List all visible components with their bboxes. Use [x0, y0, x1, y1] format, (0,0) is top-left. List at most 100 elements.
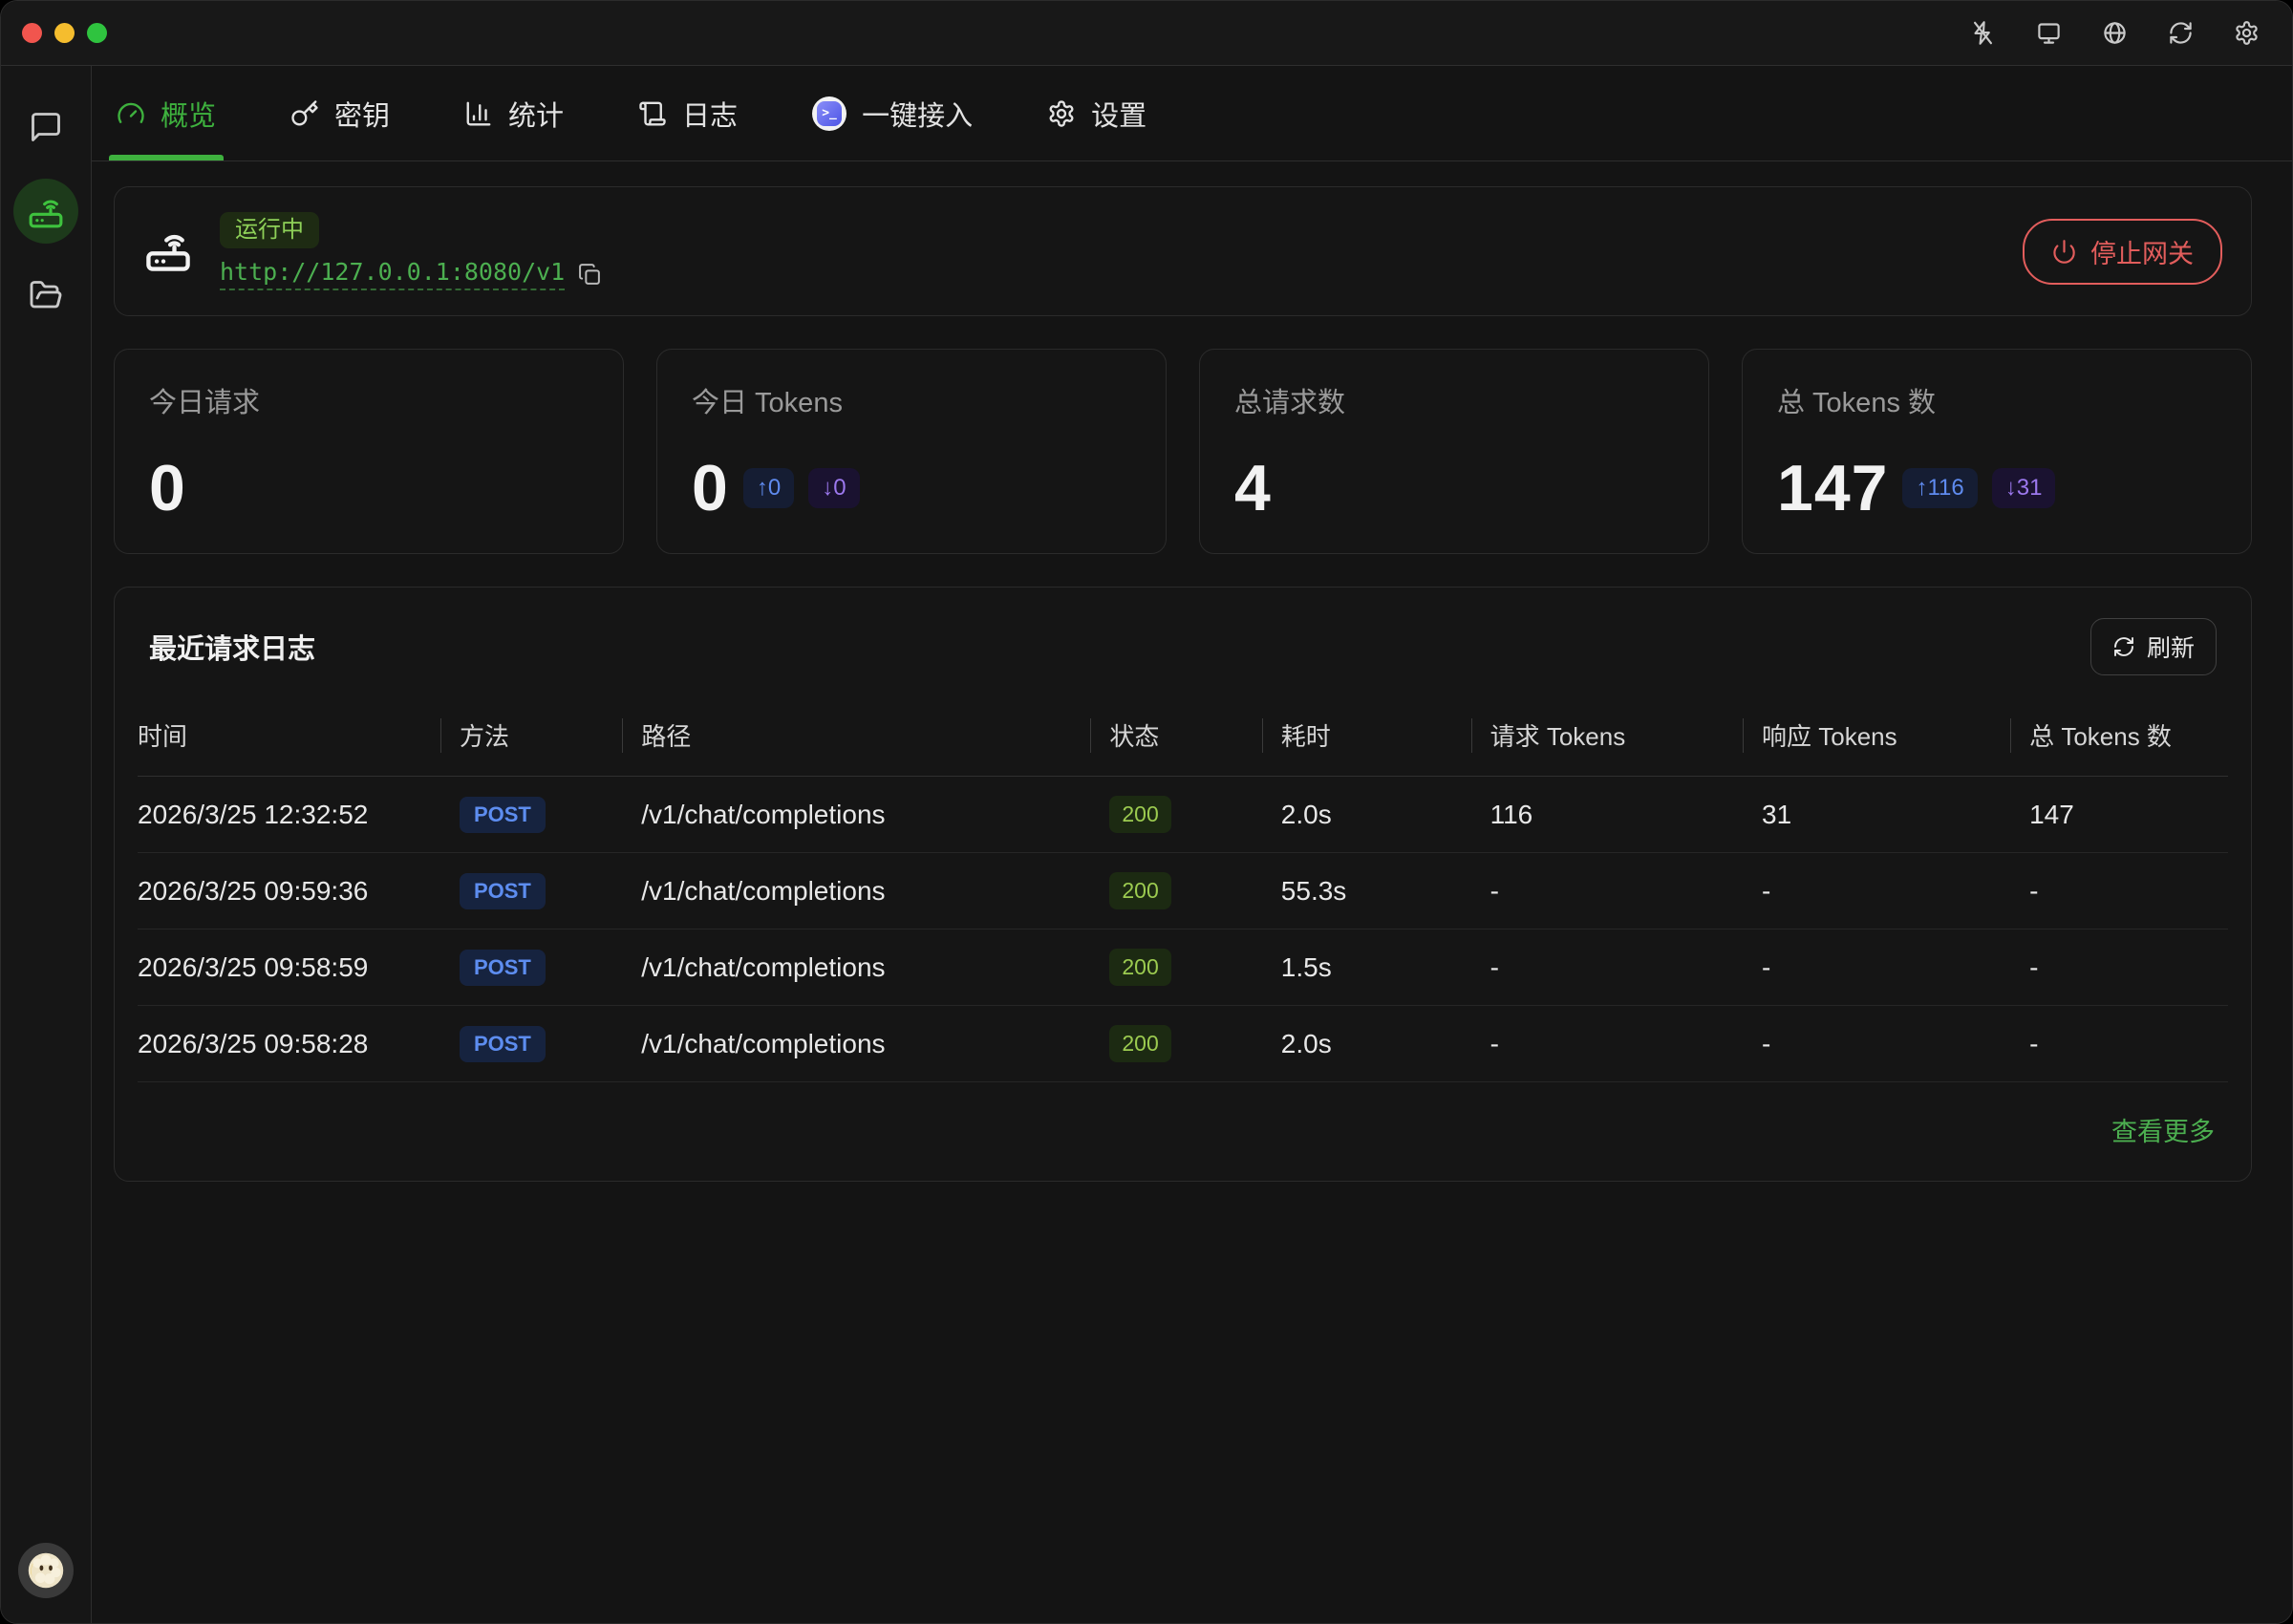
cell-duration: 55.3s: [1281, 853, 1490, 930]
stat-card-total-requests: 总请求数 4: [1199, 349, 1709, 554]
sidebar-item-gateway[interactable]: [13, 179, 78, 244]
cell-total-tokens: -: [2029, 853, 2228, 930]
cell-duration: 1.5s: [1281, 930, 1490, 1006]
view-more-link[interactable]: 查看更多: [2111, 1111, 2215, 1148]
flash-off-icon[interactable]: [1970, 20, 1996, 46]
stat-card-today-requests: 今日请求 0: [114, 349, 624, 554]
tab-overview[interactable]: 概览: [113, 66, 220, 160]
globe-icon[interactable]: [2102, 20, 2128, 46]
tab-label: 一键接入: [862, 94, 973, 134]
close-button[interactable]: [22, 23, 42, 43]
copy-url-icon[interactable]: [578, 263, 602, 287]
logs-title: 最近请求日志: [149, 627, 315, 667]
tab-label: 日志: [682, 94, 738, 134]
cell-req-tokens: -: [1490, 853, 1762, 930]
router-icon: [143, 224, 193, 279]
folder-open-icon: [29, 278, 63, 312]
col-duration: 耗时: [1281, 694, 1490, 777]
stats-row: 今日请求 0 今日 Tokens 0 ↑0 ↓0: [114, 349, 2252, 554]
cell-time: 2026/3/25 09:58:59: [138, 930, 460, 1006]
tab-label: 设置: [1091, 94, 1146, 134]
cell-total-tokens: -: [2029, 1006, 2228, 1082]
tab-label: 统计: [508, 94, 564, 134]
tokens-down-badge: ↓0: [808, 468, 859, 508]
stat-value: 0: [149, 451, 186, 525]
cell-time: 2026/3/25 09:58:28: [138, 1006, 460, 1082]
stat-label: 今日请求: [149, 380, 589, 420]
stat-card-total-tokens: 总 Tokens 数 147 ↑116 ↓31: [1742, 349, 2252, 554]
gateway-url-link[interactable]: http://127.0.0.1:8080/v1: [220, 258, 565, 290]
display-icon[interactable]: [2036, 20, 2062, 46]
stop-gateway-button[interactable]: 停止网关: [2023, 219, 2222, 285]
col-req-tokens: 请求 Tokens: [1490, 694, 1762, 777]
col-status: 状态: [1109, 694, 1280, 777]
sidebar-item-files[interactable]: [13, 263, 78, 328]
refresh-icon: [2112, 635, 2135, 658]
status-badge: 200: [1109, 1025, 1170, 1062]
minimize-button[interactable]: [54, 23, 75, 43]
tab-label: 密钥: [334, 94, 390, 134]
cell-req-tokens: -: [1490, 1006, 1762, 1082]
method-badge: POST: [460, 873, 546, 909]
tab-settings[interactable]: 设置: [1043, 66, 1150, 160]
gateway-info: 运行中 http://127.0.0.1:8080/v1: [220, 212, 602, 290]
cell-duration: 2.0s: [1281, 1006, 1490, 1082]
log-row: 2026/3/25 09:58:59 POST /v1/chat/complet…: [138, 930, 2228, 1006]
cell-time: 2026/3/25 09:59:36: [138, 853, 460, 930]
stat-value: 147: [1777, 451, 1888, 525]
cell-total-tokens: 147: [2029, 777, 2228, 853]
status-badge: 200: [1109, 949, 1170, 986]
tab-logs[interactable]: 日志: [634, 66, 741, 160]
router-icon: [27, 192, 65, 230]
cell-duration: 2.0s: [1281, 777, 1490, 853]
cell-res-tokens: -: [1762, 1006, 2029, 1082]
gateway-status-card: 运行中 http://127.0.0.1:8080/v1 停止网关: [114, 186, 2252, 316]
stat-label: 总 Tokens 数: [1777, 380, 2217, 420]
status-badge: 200: [1109, 796, 1170, 833]
cell-res-tokens: -: [1762, 853, 2029, 930]
maximize-button[interactable]: [87, 23, 107, 43]
scroll-icon: [638, 99, 667, 128]
col-time: 时间: [138, 694, 460, 777]
stat-value: 4: [1234, 451, 1272, 525]
titlebar-actions: [1970, 20, 2260, 46]
tab-stats[interactable]: 统计: [461, 66, 568, 160]
tab-quick-connect[interactable]: >_ 一键接入: [808, 66, 976, 160]
app-window: 概览 密钥 统计 日志 >_ 一键接入: [0, 0, 2293, 1624]
col-res-tokens: 响应 Tokens: [1762, 694, 2029, 777]
tokens-up-badge: ↑116: [1902, 468, 1977, 508]
cell-total-tokens: -: [2029, 930, 2228, 1006]
titlebar: [1, 1, 2292, 66]
method-badge: POST: [460, 950, 546, 986]
cell-path: /v1/chat/completions: [641, 777, 1109, 853]
log-row: 2026/3/25 09:58:28 POST /v1/chat/complet…: [138, 1006, 2228, 1082]
col-path: 路径: [641, 694, 1109, 777]
refresh-icon[interactable]: [2168, 20, 2194, 46]
stat-label: 总请求数: [1234, 380, 1674, 420]
settings-icon[interactable]: [2234, 20, 2260, 46]
main-content: 概览 密钥 统计 日志 >_ 一键接入: [92, 66, 2292, 1623]
traffic-lights: [22, 23, 107, 43]
tab-keys[interactable]: 密钥: [287, 66, 394, 160]
log-row: 2026/3/25 09:59:36 POST /v1/chat/complet…: [138, 853, 2228, 930]
gauge-icon: [117, 99, 145, 128]
cell-req-tokens: -: [1490, 930, 1762, 1006]
cell-res-tokens: 31: [1762, 777, 2029, 853]
terminal-badge-icon: >_: [812, 96, 846, 131]
stat-label: 今日 Tokens: [692, 380, 1131, 420]
bar-chart-icon: [464, 99, 493, 128]
method-badge: POST: [460, 1026, 546, 1062]
running-status-badge: 运行中: [220, 212, 319, 248]
avatar-face-in-clouds-icon[interactable]: [18, 1543, 74, 1598]
sidebar: [1, 66, 92, 1623]
tab-bar: 概览 密钥 统计 日志 >_ 一键接入: [92, 66, 2292, 161]
power-icon: [2051, 239, 2077, 265]
sidebar-item-chat[interactable]: [13, 95, 78, 160]
refresh-logs-button[interactable]: 刷新: [2090, 618, 2217, 675]
col-method: 方法: [460, 694, 641, 777]
tab-label: 概览: [161, 94, 216, 134]
stat-value: 0: [692, 451, 729, 525]
stat-card-today-tokens: 今日 Tokens 0 ↑0 ↓0: [656, 349, 1167, 554]
cell-path: /v1/chat/completions: [641, 1006, 1109, 1082]
method-badge: POST: [460, 797, 546, 833]
